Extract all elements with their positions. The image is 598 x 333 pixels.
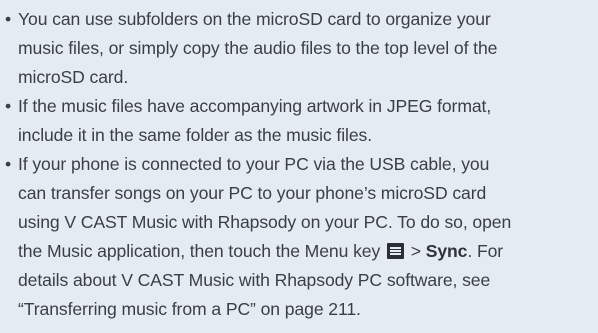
text-line: music files, or simply copy the audio fi… <box>18 38 498 58</box>
instruction-text: the Music application, then touch the Me… <box>18 241 381 261</box>
text-line: If your phone is connected to your PC vi… <box>18 154 490 174</box>
bullet-marker: • <box>5 9 12 29</box>
document-page: • You can use subfolders on the microSD … <box>0 0 598 333</box>
text-line: can transfer songs on your PC to your ph… <box>18 183 487 203</box>
page-reference-line: “Transferring music from a PC” on page 2… <box>18 299 361 319</box>
text-line: include it in the same folder as the mus… <box>18 125 372 145</box>
text-line: using V CAST Music with Rhapsody on your… <box>18 212 512 232</box>
bullet-marker: • <box>5 154 12 174</box>
text-line: You can use subfolders on the microSD ca… <box>18 9 491 29</box>
text-line: details about V CAST Music with Rhapsody… <box>18 270 491 290</box>
menu-key-icon <box>386 243 404 259</box>
bullet-item-usb-transfer: • If your phone is connected to your PC … <box>0 150 598 324</box>
bullet-item-artwork: • If the music files have accompanying a… <box>0 92 598 150</box>
bullet-item-subfolders: • You can use subfolders on the microSD … <box>0 5 598 92</box>
text-line: microSD card. <box>18 67 129 87</box>
text-line: If the music files have accompanying art… <box>18 96 492 116</box>
text-line-menu-instruction: the Music application, then touch the Me… <box>18 237 598 266</box>
sync-label: Sync <box>425 241 468 261</box>
separator-text: > <box>405 241 426 261</box>
bullet-marker: • <box>5 96 12 116</box>
instruction-end-text: . For <box>467 241 504 261</box>
